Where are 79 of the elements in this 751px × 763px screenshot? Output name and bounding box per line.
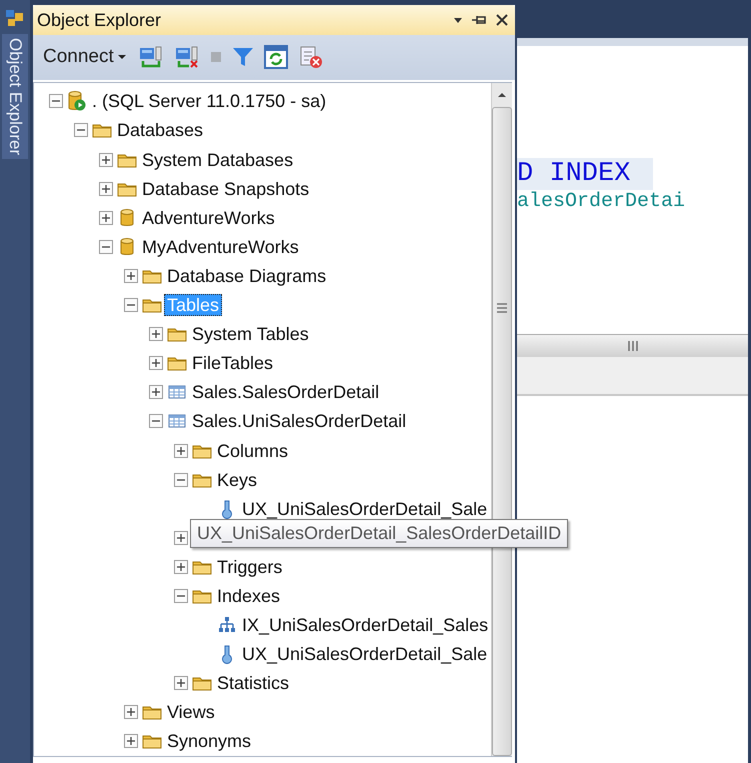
tree-node[interactable]: Databases [114, 119, 206, 142]
scroll-up-icon[interactable] [497, 90, 508, 99]
tree-node[interactable]: Indexes [214, 584, 284, 607]
refresh-icon[interactable] [264, 45, 288, 70]
tree-node[interactable]: Columns [214, 440, 292, 462]
folder-icon [192, 442, 212, 459]
expander-icon[interactable] [99, 182, 113, 196]
folder-icon [192, 472, 212, 488]
expander-icon[interactable] [174, 560, 188, 574]
expander-icon[interactable] [174, 472, 188, 487]
folder-icon [192, 675, 212, 692]
tree-node[interactable]: Statistics [214, 672, 292, 694]
tree-node[interactable]: UX_UniSalesOrderDetail_Sale [239, 498, 490, 520]
folder-icon [167, 355, 187, 372]
expander-icon[interactable] [149, 385, 163, 400]
expander-icon[interactable] [99, 240, 113, 254]
tree-node[interactable]: MyAdventureWorks [139, 236, 302, 258]
pin-icon[interactable] [471, 14, 487, 26]
expander-icon[interactable] [124, 268, 138, 283]
expander-icon[interactable] [124, 705, 138, 720]
expander-icon[interactable] [99, 152, 113, 167]
folder-icon [142, 268, 162, 284]
server-icon [67, 90, 87, 112]
folder-icon [167, 326, 187, 342]
code-identifier: alesOrderDetai [517, 190, 686, 214]
script-cancel-icon[interactable] [298, 44, 324, 70]
tooltip: UX_UniSalesOrderDetail_SalesOrderDetailID [190, 518, 568, 548]
tree-node[interactable]: Synonyms [164, 730, 254, 752]
tree-node[interactable]: Sales.SalesOrderDetail [189, 381, 382, 404]
tree-node[interactable]: UX_UniSalesOrderDetail_Sale [239, 643, 490, 666]
folder-icon [117, 152, 137, 168]
expander-icon[interactable] [99, 210, 113, 225]
tree-node[interactable]: . (SQL Server 11.0.1750 - sa) [89, 90, 330, 112]
folder-icon [142, 704, 162, 720]
tree-node[interactable]: Triggers [214, 556, 286, 578]
caret-icon [118, 54, 126, 60]
explorer-icon[interactable] [5, 8, 25, 28]
dropdown-icon[interactable] [453, 16, 463, 24]
connect-server-icon[interactable] [138, 45, 164, 70]
grip-icon [497, 302, 508, 314]
tree-node[interactable]: AdventureWorks [139, 206, 278, 229]
expander-icon[interactable] [174, 444, 188, 458]
table-icon [167, 413, 187, 430]
table-icon [167, 384, 187, 400]
object-explorer-tab[interactable]: Object Explorer [2, 34, 28, 160]
tree-node[interactable]: Database Diagrams [164, 264, 330, 287]
tree-node[interactable]: System Tables [189, 323, 312, 346]
folder-icon [192, 588, 212, 604]
panel-title: Object Explorer [37, 10, 162, 31]
expander-icon[interactable] [124, 734, 138, 748]
horizontal-scrollbar[interactable] [517, 334, 748, 357]
disconnect-server-icon[interactable] [174, 45, 200, 70]
folder-icon [142, 733, 162, 750]
expander-icon[interactable] [74, 123, 88, 138]
folder-icon [192, 558, 212, 575]
tree-node[interactable]: FileTables [189, 352, 276, 374]
expander-icon[interactable] [149, 356, 163, 370]
expander-icon[interactable] [174, 530, 188, 545]
expander-icon[interactable] [124, 298, 138, 312]
folder-icon [117, 180, 137, 197]
close-icon[interactable] [495, 13, 509, 28]
tree-node[interactable]: Keys [214, 468, 260, 491]
code-keyword: D INDEX [517, 158, 653, 190]
folder-icon [92, 122, 112, 138]
connect-button[interactable]: Connect [41, 44, 128, 70]
folder-icon [142, 297, 162, 314]
tree-node[interactable]: Views [164, 701, 218, 724]
index-icon [217, 616, 237, 634]
tree-node[interactable]: Sales.UniSalesOrderDetail [189, 410, 410, 432]
expander-icon[interactable] [49, 94, 63, 108]
expander-icon[interactable] [149, 327, 163, 342]
grip-icon [626, 341, 638, 351]
expander-icon[interactable] [174, 588, 188, 603]
tree-node[interactable]: IX_UniSalesOrderDetail_Sales [239, 614, 492, 636]
filter-icon[interactable] [232, 46, 254, 68]
tree-node[interactable]: Database Snapshots [139, 178, 312, 200]
tree-node[interactable]: System Databases [139, 148, 296, 171]
expander-icon[interactable] [149, 414, 163, 428]
expander-icon[interactable] [174, 676, 188, 690]
